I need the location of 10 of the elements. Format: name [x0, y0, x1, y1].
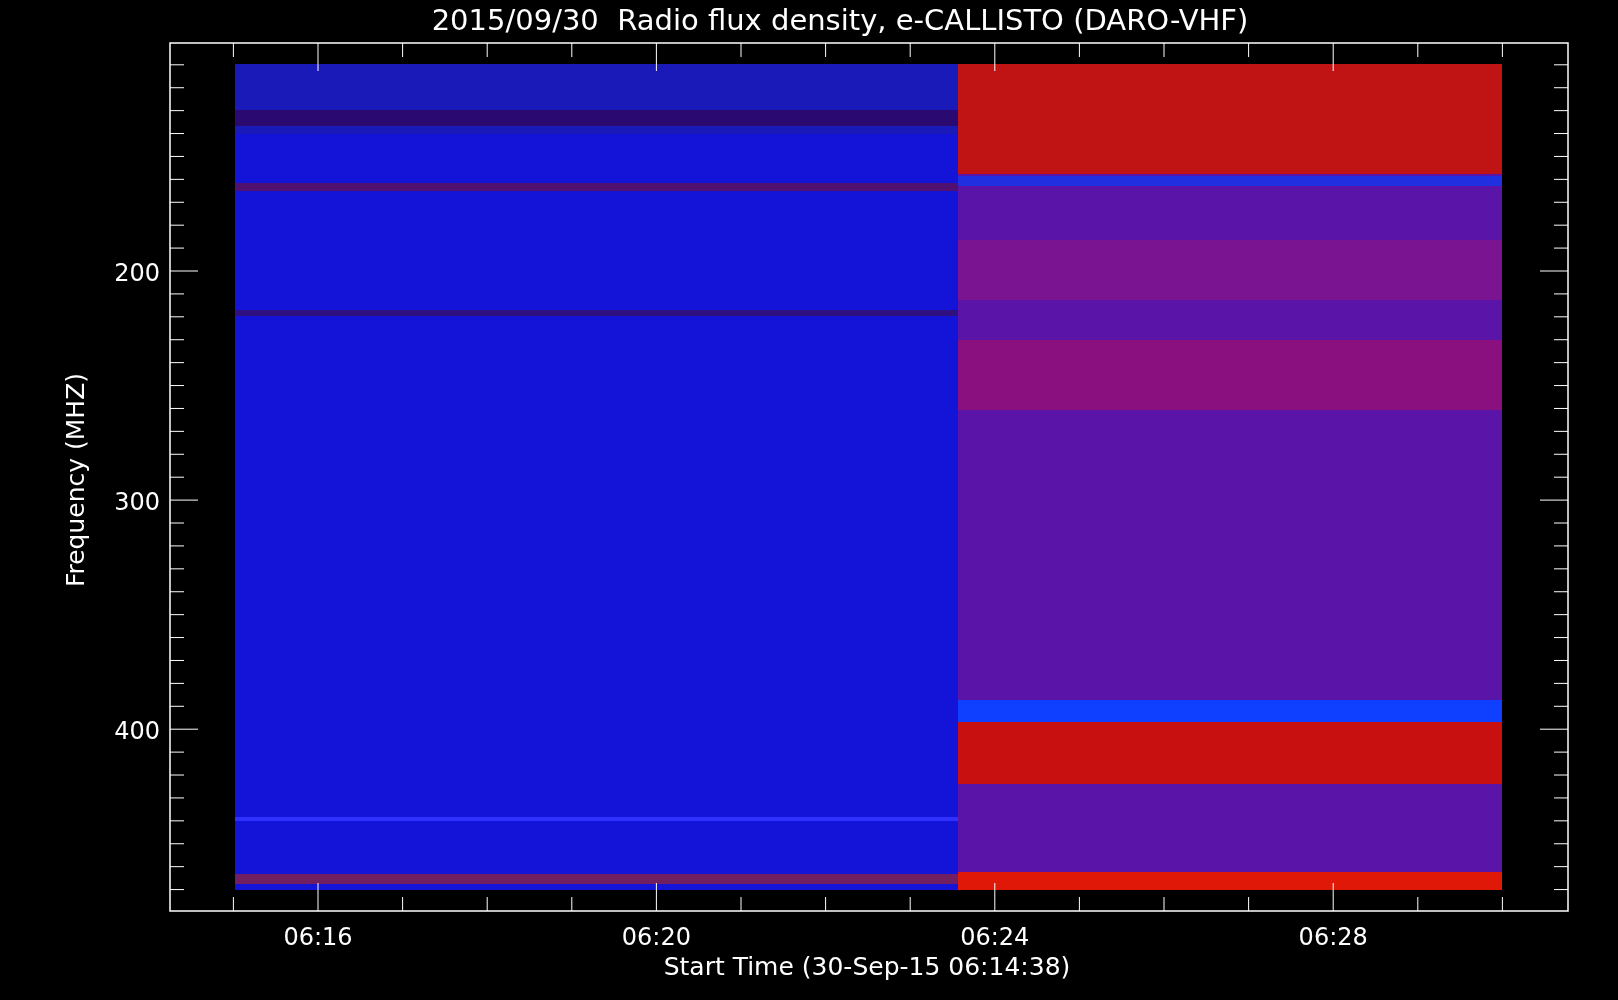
- x-tick-label: 06:20: [621, 923, 691, 951]
- x-tick-label: 06:28: [1298, 923, 1368, 951]
- x-tick-label: 06:24: [960, 923, 1030, 951]
- x-axis-label: Start Time (30-Sep-15 06:14:38): [663, 952, 1071, 981]
- y-tick-label: 300: [114, 488, 160, 517]
- x-tick-label: 06:16: [283, 923, 353, 951]
- y-tick-label: 200: [114, 259, 160, 287]
- y-axis-label: Frequency (MHZ): [61, 372, 90, 588]
- chart-title: 2015/09/30 Radio flux density, e-CALLISTO (DARO-VHF): [431, 3, 1249, 37]
- y-tick-label: 400: [114, 717, 160, 746]
